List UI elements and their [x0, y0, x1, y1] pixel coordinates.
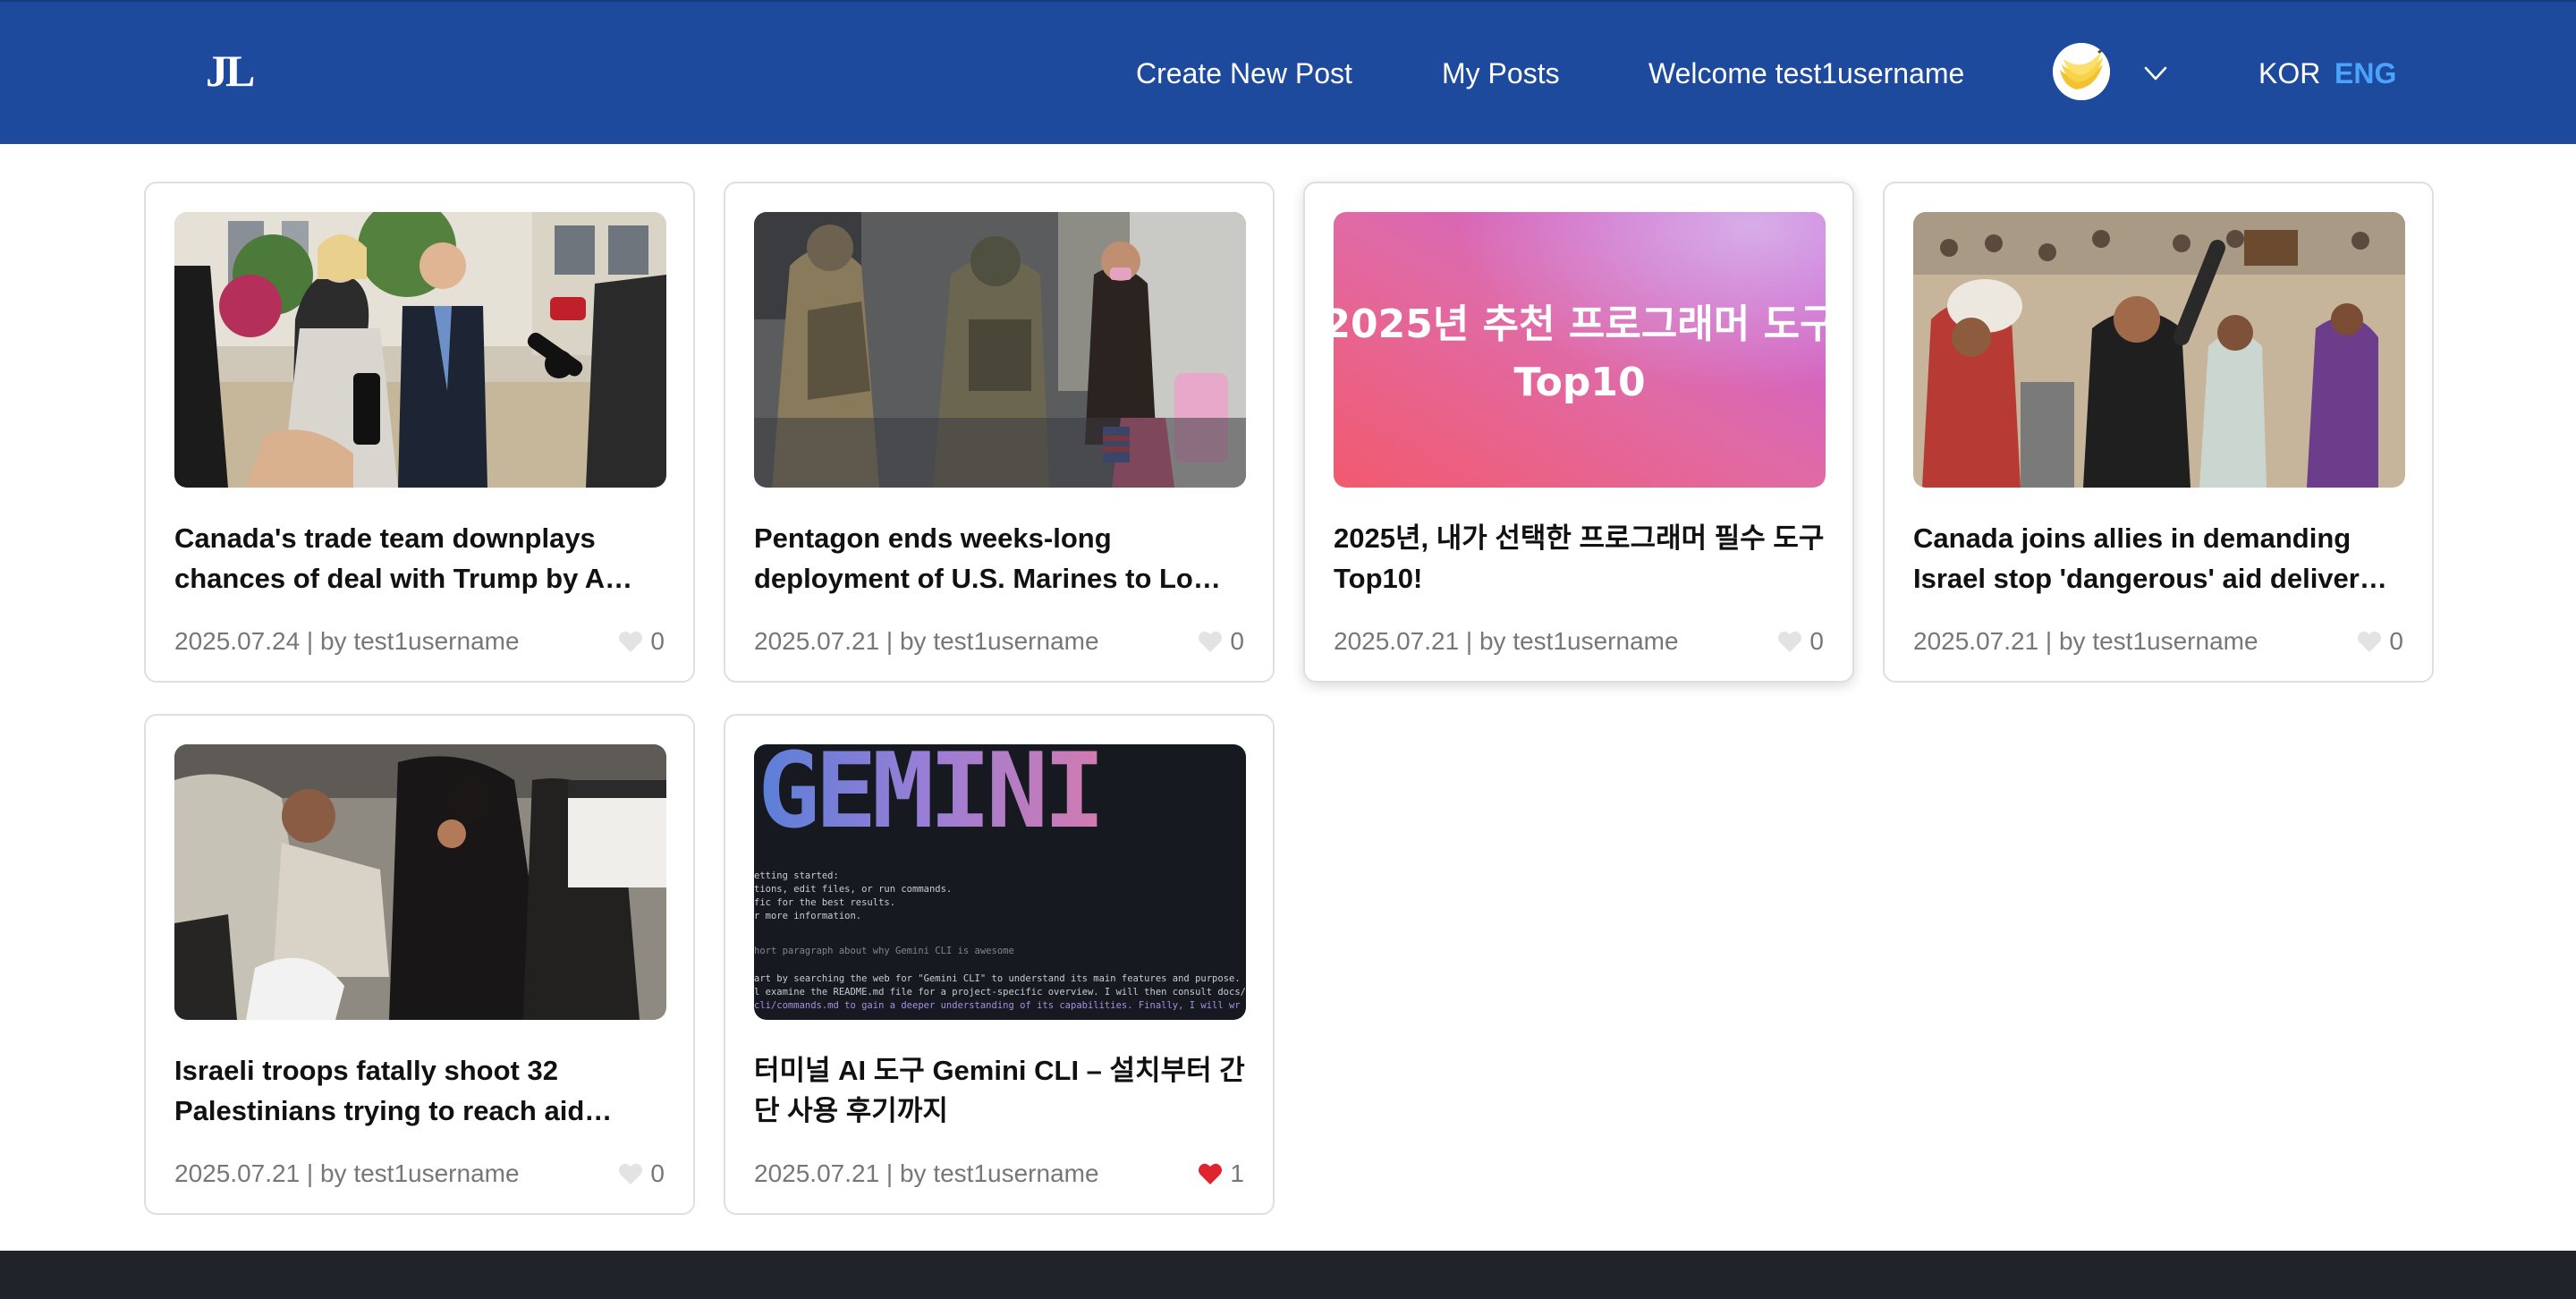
lang-eng-button[interactable]: ENG: [2334, 55, 2396, 91]
my-posts-link[interactable]: My Posts: [1442, 55, 1560, 91]
page-footer: [0, 1251, 2576, 1299]
heart-icon: [1199, 631, 1223, 652]
svg-text:l examine the README.md file f: l examine the README.md file for a proje…: [754, 987, 1246, 998]
post-thumbnail[interactable]: 2025년 추천 프로그래머 도구 Top10: [1334, 212, 1826, 488]
post-title[interactable]: Pentagon ends weeks-long deployment of U…: [754, 518, 1248, 599]
post-meta: 2025.07.21 | by test1username: [1913, 627, 2258, 655]
post-title[interactable]: Canada joins allies in demanding Israel …: [1913, 518, 2407, 599]
post-card[interactable]: Canada's trade team downplays chances of…: [144, 182, 695, 683]
post-title[interactable]: Canada's trade team downplays chances of…: [174, 518, 668, 599]
post-card[interactable]: 2025년 추천 프로그래머 도구 Top10 2025년, 내가 선택한 프로…: [1303, 182, 1854, 683]
post-meta: 2025.07.21 | by test1username: [754, 1159, 1099, 1187]
post-card[interactable]: GEMINI etting started: tions, edit files…: [724, 714, 1275, 1215]
svg-text:tions, edit files, or run comm: tions, edit files, or run commands.: [754, 884, 952, 895]
top-nav-bar: JL Create New Post My Posts Welcome test…: [0, 0, 2576, 144]
svg-text:art by searching the web for ": art by searching the web for "Gemini CLI…: [754, 973, 1241, 984]
site-logo[interactable]: JL: [206, 45, 255, 97]
post-thumbnail[interactable]: [754, 212, 1246, 488]
press-conference-photo: [174, 212, 666, 488]
post-title[interactable]: 2025년, 내가 선택한 프로그래머 필수 도구 Top10!: [1334, 518, 1827, 599]
mourners-photo: [174, 744, 666, 1020]
like-count: 0: [1809, 627, 1824, 655]
like-count: 1: [1230, 1159, 1244, 1187]
svg-text:cli/commands.md to gain a deep: cli/commands.md to gain a deeper underst…: [754, 1000, 1241, 1011]
like-count: 0: [650, 1159, 665, 1187]
banner-line-1: 2025년 추천 프로그래머 도구: [1334, 301, 1826, 347]
svg-text:r more information.: r more information.: [754, 911, 861, 921]
post-thumbnail[interactable]: GEMINI etting started: tions, edit files…: [754, 744, 1246, 1020]
post-card[interactable]: Israeli troops fatally shoot 32 Palestin…: [144, 714, 695, 1215]
post-card[interactable]: Pentagon ends weeks-long deployment of U…: [724, 182, 1275, 683]
lang-kor-button[interactable]: KOR: [2258, 55, 2320, 91]
post-meta: 2025.07.24 | by test1username: [174, 627, 520, 655]
gemini-banner: GEMINI: [758, 744, 1100, 852]
like-button[interactable]: 0: [2357, 625, 2403, 658]
post-card[interactable]: Canada joins allies in demanding Israel …: [1883, 182, 2434, 683]
post-meta: 2025.07.21 | by test1username: [754, 627, 1099, 655]
post-meta: 2025.07.21 | by test1username: [1334, 627, 1679, 655]
create-new-post-link[interactable]: Create New Post: [1136, 55, 1352, 91]
like-button[interactable]: 1: [1198, 1158, 1244, 1190]
banana-avatar-icon: [2053, 43, 2110, 100]
svg-text:etting started:: etting started:: [754, 870, 839, 881]
like-count: 0: [1230, 627, 1244, 655]
like-button[interactable]: 0: [618, 1158, 665, 1190]
heart-icon: [2358, 631, 2382, 652]
svg-text:hort paragraph about why Gemin: hort paragraph about why Gemini CLI is a…: [754, 946, 1014, 956]
heart-icon: [619, 1163, 643, 1184]
aid-crowd-photo: [1913, 212, 2405, 488]
post-title[interactable]: 터미널 AI 도구 Gemini CLI – 설치부터 간단 사용 후기까지: [754, 1050, 1248, 1131]
post-thumbnail[interactable]: [174, 212, 666, 488]
like-button[interactable]: 0: [1777, 625, 1824, 658]
like-count: 0: [650, 627, 665, 655]
svg-text:fic for the best results.: fic for the best results.: [754, 897, 895, 908]
like-button[interactable]: 0: [618, 625, 665, 658]
like-count: 0: [2389, 627, 2403, 655]
like-button[interactable]: 0: [1198, 625, 1244, 658]
user-avatar[interactable]: [2053, 43, 2110, 100]
heart-icon: [1778, 631, 1802, 652]
heart-icon: [1199, 1163, 1223, 1184]
banner-line-2: Top10: [1513, 360, 1645, 405]
post-title[interactable]: Israeli troops fatally shoot 32 Palestin…: [174, 1050, 668, 1131]
welcome-user-text: Welcome test1username: [1648, 57, 1965, 89]
post-thumbnail[interactable]: [1913, 212, 2405, 488]
marines-street-photo: [754, 212, 1246, 488]
heart-icon: [619, 631, 643, 652]
gradient-banner: 2025년 추천 프로그래머 도구 Top10: [1334, 212, 1826, 488]
post-thumbnail[interactable]: [174, 744, 666, 1020]
terminal-screenshot: GEMINI etting started: tions, edit files…: [754, 744, 1246, 1020]
post-meta: 2025.07.21 | by test1username: [174, 1159, 520, 1187]
chevron-down-icon[interactable]: [2143, 61, 2168, 86]
